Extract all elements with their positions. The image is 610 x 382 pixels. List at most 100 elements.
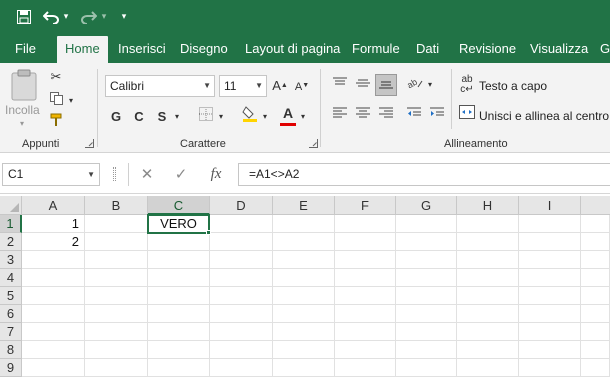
fill-color-icon[interactable] [240,105,260,129]
save-icon[interactable] [14,0,34,36]
formula-bar-handle-icon[interactable] [113,167,116,181]
row-header-6[interactable]: 6 [0,305,22,323]
cell-e4[interactable] [273,269,335,287]
merge-center-button[interactable]: Unisci e allinea al centro [458,105,610,127]
increase-indent-icon[interactable] [427,105,447,125]
cell-j1[interactable] [581,215,610,233]
cell-f9[interactable] [335,359,396,377]
worksheet-grid[interactable]: A B C D E F G H I 1 2 3 4 5 6 7 8 9 1 VER… [0,196,610,382]
cell-f7[interactable] [335,323,396,341]
align-center-icon[interactable] [353,105,373,125]
font-size-select[interactable]: 11 ▼ [219,75,267,97]
format-painter-icon[interactable] [46,113,66,133]
cell-b5[interactable] [85,287,148,305]
cell-i2[interactable] [519,233,581,251]
cell-a3[interactable] [22,251,85,269]
cell-g3[interactable] [396,251,457,269]
cell-e6[interactable] [273,305,335,323]
cell-b8[interactable] [85,341,148,359]
name-box[interactable]: C1 ▼ [2,163,100,186]
column-header-j[interactable] [581,196,610,215]
cell-f4[interactable] [335,269,396,287]
cell-i6[interactable] [519,305,581,323]
formula-input[interactable]: =A1<>A2 [238,163,610,186]
cell-c5[interactable] [148,287,210,305]
row-header-7[interactable]: 7 [0,323,22,341]
font-launcher-icon[interactable] [309,139,318,148]
column-header-d[interactable]: D [210,196,273,215]
cell-f2[interactable] [335,233,396,251]
align-right-icon[interactable] [376,105,396,125]
cell-i9[interactable] [519,359,581,377]
orientation-dropdown-icon[interactable]: ▾ [425,75,435,95]
cell-b1[interactable] [85,215,148,233]
font-color-button[interactable]: A [278,103,298,126]
row-header-3[interactable]: 3 [0,251,22,269]
cell-g6[interactable] [396,305,457,323]
cell-f3[interactable] [335,251,396,269]
cell-b4[interactable] [85,269,148,287]
cell-e9[interactable] [273,359,335,377]
cell-d8[interactable] [210,341,273,359]
cell-a8[interactable] [22,341,85,359]
cell-e3[interactable] [273,251,335,269]
borders-dropdown-icon[interactable]: ▾ [216,107,226,127]
borders-icon[interactable] [196,107,216,127]
fill-color-dropdown-icon[interactable]: ▾ [260,107,270,127]
cell-g9[interactable] [396,359,457,377]
column-header-e[interactable]: E [273,196,335,215]
cell-a4[interactable] [22,269,85,287]
cell-j7[interactable] [581,323,610,341]
cell-c4[interactable] [148,269,210,287]
cell-b6[interactable] [85,305,148,323]
cell-a1[interactable]: 1 [22,215,85,233]
cell-d7[interactable] [210,323,273,341]
cell-j6[interactable] [581,305,610,323]
underline-dropdown-icon[interactable]: ▾ [172,107,182,127]
cell-b9[interactable] [85,359,148,377]
tab-inserisci[interactable]: Inserisci [118,33,166,63]
cell-g7[interactable] [396,323,457,341]
cell-g8[interactable] [396,341,457,359]
cell-i5[interactable] [519,287,581,305]
cell-c3[interactable] [148,251,210,269]
tab-revisione[interactable]: Revisione [459,33,516,63]
undo-dropdown-icon[interactable]: ▾ [61,0,71,33]
align-top-icon[interactable] [330,75,350,95]
cell-h2[interactable] [457,233,519,251]
tab-formule[interactable]: Formule [352,33,400,63]
underline-button[interactable]: S [153,107,171,127]
cell-a7[interactable] [22,323,85,341]
cell-h5[interactable] [457,287,519,305]
cut-icon[interactable]: ✂ [46,67,66,87]
cell-c2[interactable] [148,233,210,251]
cell-j3[interactable] [581,251,610,269]
cell-i7[interactable] [519,323,581,341]
copy-icon[interactable] [46,91,66,111]
cell-h9[interactable] [457,359,519,377]
cell-h1[interactable] [457,215,519,233]
cell-b2[interactable] [85,233,148,251]
cell-b3[interactable] [85,251,148,269]
orientation-icon[interactable]: ab [405,75,425,95]
cell-i3[interactable] [519,251,581,269]
tab-home[interactable]: Home [57,36,108,63]
cell-a5[interactable] [22,287,85,305]
cell-h8[interactable] [457,341,519,359]
cell-h6[interactable] [457,305,519,323]
italic-button[interactable]: C [130,107,148,127]
cell-d1[interactable] [210,215,273,233]
column-header-i[interactable]: I [519,196,581,215]
column-header-b[interactable]: B [85,196,148,215]
cell-d9[interactable] [210,359,273,377]
cell-e7[interactable] [273,323,335,341]
cell-d6[interactable] [210,305,273,323]
row-header-1[interactable]: 1 [0,215,22,233]
wrap-text-button[interactable]: ab c↵ Testo a capo [458,75,608,97]
insert-function-button[interactable]: fx [205,163,227,186]
cell-j4[interactable] [581,269,610,287]
align-bottom-icon[interactable] [375,74,397,96]
column-header-h[interactable]: H [457,196,519,215]
cell-g5[interactable] [396,287,457,305]
font-color-dropdown-icon[interactable]: ▾ [298,107,308,127]
